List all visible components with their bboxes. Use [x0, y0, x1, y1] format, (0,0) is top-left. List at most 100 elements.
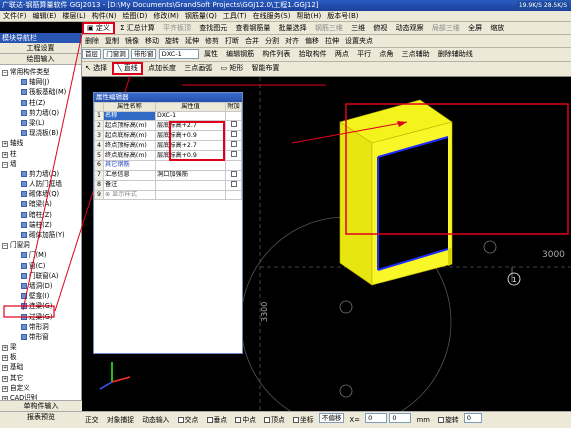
- rotate-check[interactable]: 旋转: [435, 412, 462, 428]
- tree-item-15[interactable]: 端柱(Z): [0, 220, 81, 230]
- tree-toggle-8[interactable]: +: [2, 151, 8, 158]
- add-length-button[interactable]: 点加长度: [145, 62, 179, 74]
- mid-check[interactable]: 中点: [232, 412, 259, 428]
- tree-item-11[interactable]: 人防门框墙: [0, 179, 81, 189]
- edit-tool-3[interactable]: 移动: [142, 35, 162, 47]
- topview-button[interactable]: 俯视: [370, 22, 390, 34]
- tree-item-17[interactable]: − 门窗洞: [0, 240, 81, 250]
- vertex-checkbox[interactable]: [264, 417, 271, 423]
- tree-item-14[interactable]: 暗柱(Z): [0, 210, 81, 220]
- tree-item-28[interactable]: + 板: [0, 352, 81, 362]
- tree-toggle-29[interactable]: +: [2, 365, 8, 372]
- mid-checkbox[interactable]: [235, 417, 242, 423]
- offset-select[interactable]: 不偏移: [318, 413, 345, 423]
- single-input-tab[interactable]: 单构件输入: [0, 400, 82, 411]
- property-button[interactable]: 属性: [201, 48, 221, 60]
- property-row-8[interactable]: 8 备注: [94, 179, 242, 191]
- menu-item-1[interactable]: 编辑(E): [30, 11, 60, 21]
- tree-toggle-30[interactable]: +: [2, 375, 8, 382]
- tree-item-5[interactable]: 梁(L): [0, 118, 81, 128]
- perp-checkbox[interactable]: [206, 417, 213, 423]
- tree-item-21[interactable]: 墙洞(D): [0, 281, 81, 291]
- tree-item-7[interactable]: + 轴线: [0, 138, 81, 148]
- category-select[interactable]: 门窗洞: [103, 49, 129, 59]
- menu-item-5[interactable]: 修改(M): [150, 11, 182, 21]
- ortho-toggle[interactable]: 正交: [82, 412, 102, 428]
- menu-item-3[interactable]: 构件(N): [89, 11, 120, 21]
- two-point-button[interactable]: 两点: [332, 48, 352, 60]
- tree-item-3[interactable]: 柱(Z): [0, 98, 81, 108]
- tree-toggle-28[interactable]: +: [2, 355, 8, 362]
- tree-item-13[interactable]: 暗梁(A): [0, 199, 81, 209]
- menu-item-8[interactable]: 在线服务(S): [250, 11, 294, 21]
- three-arc-button[interactable]: 三点画弧: [181, 62, 215, 74]
- edit-tool-4[interactable]: 旋转: [162, 35, 182, 47]
- property-value[interactable]: [155, 160, 226, 171]
- rect-button[interactable]: ▭ 矩形: [217, 62, 246, 74]
- zoom-button[interactable]: 缩放: [487, 22, 507, 34]
- tree-item-29[interactable]: + 基础: [0, 362, 81, 372]
- flat-board-button[interactable]: 平齐板顶: [160, 22, 194, 34]
- tree-item-2[interactable]: 筏板基础(M): [0, 87, 81, 97]
- attach-checkbox[interactable]: [230, 131, 237, 138]
- property-row-6[interactable]: 6 其它钢筋: [94, 160, 242, 171]
- define-button[interactable]: ▣ 定义: [82, 22, 115, 34]
- comp-list-button[interactable]: 构件列表: [259, 48, 293, 60]
- coord-checkbox[interactable]: [292, 417, 299, 423]
- tree-item-23[interactable]: 连梁(G): [0, 301, 81, 311]
- edit-tool-2[interactable]: 镜像: [122, 35, 142, 47]
- property-value[interactable]: DXC-1: [155, 111, 226, 122]
- tree-item-19[interactable]: 窗(C): [0, 261, 81, 271]
- tree-item-8[interactable]: + 柱: [0, 149, 81, 159]
- property-value[interactable]: [155, 179, 226, 191]
- tree-toggle-7[interactable]: +: [2, 141, 8, 148]
- parallel-button[interactable]: 平行: [354, 48, 374, 60]
- strip-window-3d[interactable]: [339, 99, 453, 286]
- tree-item-9[interactable]: − 墙: [0, 159, 81, 169]
- summary-button[interactable]: Σ 汇总计算: [117, 22, 158, 34]
- intersect-checkbox[interactable]: [177, 417, 184, 423]
- tree-toggle-27[interactable]: +: [2, 345, 8, 352]
- delete-aux-button[interactable]: 删除辅助线: [435, 48, 476, 60]
- edit-tool-0[interactable]: 删除: [82, 35, 102, 47]
- select-button[interactable]: ↖ 选择: [82, 62, 110, 74]
- menu-item-0[interactable]: 文件(F): [0, 11, 30, 21]
- menu-item-6[interactable]: 钢筋量(Q): [182, 11, 220, 21]
- tree-item-24[interactable]: 过梁(G): [0, 312, 81, 322]
- pick-button[interactable]: 拾取构件: [296, 48, 330, 60]
- edit-rebar-button[interactable]: 编辑钢筋: [223, 48, 257, 60]
- tree-item-22[interactable]: 壁龛(I): [0, 291, 81, 301]
- rotate-input[interactable]: 0: [463, 413, 482, 423]
- tree-item-12[interactable]: 砌体墙(Q): [0, 189, 81, 199]
- smart-button[interactable]: 智能布置: [249, 62, 283, 74]
- tree-item-27[interactable]: + 梁: [0, 342, 81, 352]
- tree-item-0[interactable]: − 常用构件类型: [0, 67, 81, 77]
- tree-item-10[interactable]: 剪力墙(Q): [0, 169, 81, 179]
- attach-checkbox[interactable]: [230, 121, 237, 128]
- tab-project-settings[interactable]: 工程设置: [0, 43, 81, 54]
- tree-item-25[interactable]: 带形洞: [0, 322, 81, 332]
- tree-item-4[interactable]: 剪力墙(Q): [0, 108, 81, 118]
- edit-tool-11[interactable]: 偏移: [302, 35, 322, 47]
- tab-drawing-input[interactable]: 绘图输入: [0, 54, 81, 65]
- three-point-aux-button[interactable]: 三点辅助: [399, 48, 433, 60]
- tree-item-26[interactable]: 带形窗: [0, 331, 81, 343]
- batch-button[interactable]: 批量选择: [276, 22, 310, 34]
- property-row-9[interactable]: 9 ⊕ 显示样式: [94, 189, 242, 200]
- property-row-1[interactable]: 1 名称 DXC-1: [94, 111, 242, 122]
- tree-item-18[interactable]: 门(M): [0, 250, 81, 260]
- edit-tool-1[interactable]: 复制: [102, 35, 122, 47]
- property-value[interactable]: 洞口加强筋: [155, 169, 226, 181]
- fullscreen-button[interactable]: 全屏: [465, 22, 485, 34]
- edit-tool-12[interactable]: 拉伸: [322, 35, 342, 47]
- tree-item-20[interactable]: 门联窗(A): [0, 271, 81, 281]
- intersect-check[interactable]: 交点: [175, 412, 202, 428]
- menu-item-10[interactable]: 版本号(B): [324, 11, 361, 21]
- local3d-button[interactable]: 局部三维: [429, 22, 463, 34]
- property-value[interactable]: [155, 189, 226, 200]
- x-input[interactable]: 0: [365, 413, 388, 423]
- report-preview-tab[interactable]: 报表预览: [0, 411, 82, 428]
- tree-toggle-9[interactable]: −: [2, 161, 8, 168]
- dynview-button[interactable]: 动态观察: [393, 22, 427, 34]
- rebar3d-button[interactable]: 钢筋三维: [312, 22, 346, 34]
